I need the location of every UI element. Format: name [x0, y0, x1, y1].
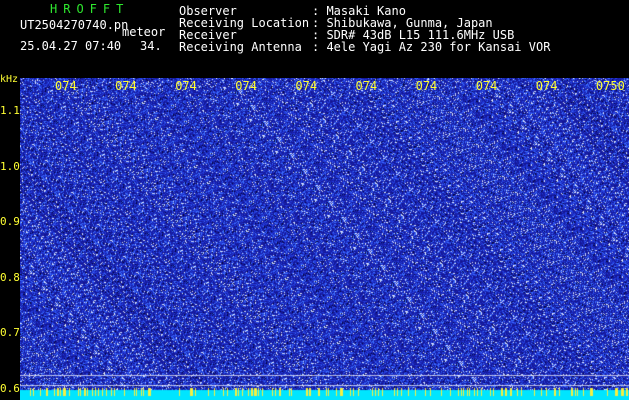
y-tick-label: 1.1: [0, 104, 20, 118]
x-tick-label: 074: [115, 79, 137, 93]
x-tick-label: 074: [355, 79, 378, 93]
antenna-label: Receiving Antenna: [179, 40, 302, 54]
filename: UT2504270740.pn: [20, 18, 129, 32]
x-tick-label: 074: [535, 79, 558, 93]
antenna-value: : 4ele Yagi Az 230 for Kansai VOR: [312, 40, 551, 54]
x-tick-label: 074: [475, 79, 498, 93]
spectrogram-plot: [20, 78, 629, 400]
x-tick-label: 074: [295, 79, 318, 93]
y-tick-label: 1.0: [0, 159, 20, 173]
y-axis-label: kHz: [0, 74, 19, 85]
x-tick-label: 074: [415, 79, 438, 93]
y-tick-label: 0.9: [0, 215, 20, 229]
spectrogram-canvas: [20, 78, 629, 400]
x-tick-label: 074: [55, 79, 77, 93]
event-count: 34.: [140, 39, 162, 53]
y-tick-label: 0.8: [0, 270, 20, 284]
y-tick-label: 0.7: [0, 326, 20, 340]
type-label: meteor: [122, 25, 166, 39]
x-tick-label: 074: [235, 79, 257, 93]
header: HROFFT UT2504270740.pn meteor 25.04.27 0…: [0, 0, 629, 78]
x-tick-label: 0750: [595, 79, 625, 93]
datetime: 25.04.27 07:40: [20, 39, 122, 53]
y-tick-label: 0.6: [0, 381, 20, 395]
app-brand: HROFFT: [50, 2, 130, 16]
x-tick-label: 074: [175, 79, 197, 93]
